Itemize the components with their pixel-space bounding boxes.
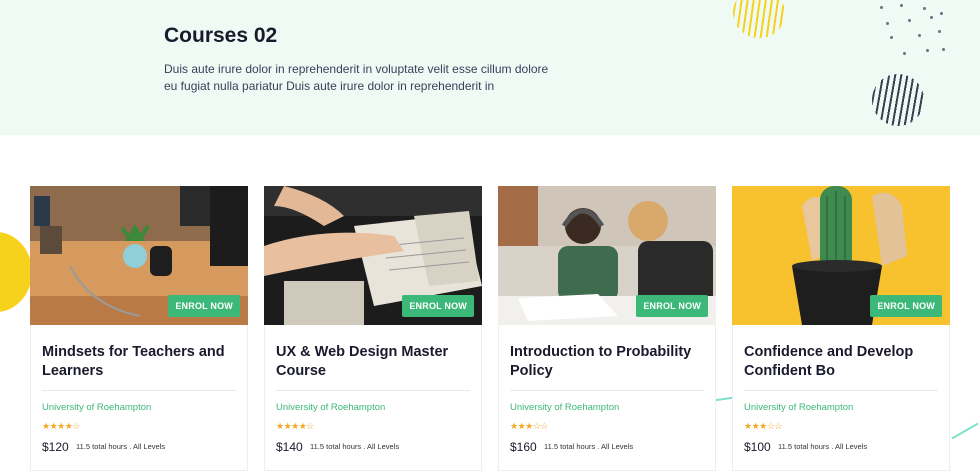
course-title[interactable]: Mindsets for Teachers and Learners: [42, 343, 238, 380]
striped-circle-decoration: [729, 0, 789, 42]
course-meta: 11.5 total hours . All Levels: [310, 442, 400, 451]
hero-description: Duis aute irure dolor in reprehenderit i…: [164, 61, 564, 95]
course-image: ENROL NOW: [264, 186, 482, 325]
course-price: $100: [744, 440, 771, 454]
enrol-now-button[interactable]: ENROL NOW: [636, 295, 708, 317]
rating-stars: ★★★★☆: [42, 421, 80, 431]
course-price: $140: [276, 440, 303, 454]
course-title[interactable]: UX & Web Design Master Course: [276, 343, 472, 380]
enrol-now-button[interactable]: ENROL NOW: [168, 295, 240, 317]
hero-banner: Courses 02 Duis aute irure dolor in repr…: [0, 0, 980, 135]
enrol-now-button[interactable]: ENROL NOW: [402, 295, 474, 317]
hero-description-line: Duis aute irure dolor in reprehenderit i…: [164, 62, 549, 76]
university-name[interactable]: University of Roehampton: [510, 402, 619, 413]
university-name[interactable]: University of Roehampton: [276, 402, 385, 413]
hero-description-line: eu fugiat nulla pariatur Duis aute irure…: [164, 79, 495, 93]
course-meta: 11.5 total hours . All Levels: [778, 442, 868, 451]
divider: [510, 390, 704, 391]
rating-stars: ★★★★☆: [276, 421, 314, 431]
university-name[interactable]: University of Roehampton: [42, 402, 151, 413]
divider: [276, 390, 470, 391]
yellow-blob-decoration: [0, 232, 32, 312]
course-title[interactable]: Introduction to Probability Policy: [510, 343, 706, 380]
course-price: $160: [510, 440, 537, 454]
rating-stars: ★★★☆☆: [744, 421, 782, 431]
course-image: ENROL NOW: [30, 186, 248, 325]
course-image: ENROL NOW: [732, 186, 950, 325]
page-title: Courses 02: [164, 24, 278, 47]
dot-grid-decoration: [878, 4, 948, 59]
course-card[interactable]: ENROL NOW Introduction to Probability Po…: [498, 186, 716, 471]
course-meta: 11.5 total hours . All Levels: [544, 442, 634, 451]
course-card[interactable]: ENROL NOW Mindsets for Teachers and Lear…: [30, 186, 248, 471]
course-card[interactable]: ENROL NOW UX & Web Design Master Course …: [264, 186, 482, 471]
striped-circle-decoration: [867, 69, 929, 131]
course-image: ENROL NOW: [498, 186, 716, 325]
enrol-now-button[interactable]: ENROL NOW: [870, 295, 942, 317]
line-decoration: [951, 422, 979, 440]
course-card[interactable]: ENROL NOW Confidence and Develop Confide…: [732, 186, 950, 471]
university-name[interactable]: University of Roehampton: [744, 402, 853, 413]
course-meta: 11.5 total hours . All Levels: [76, 442, 166, 451]
divider: [744, 390, 938, 391]
course-price: $120: [42, 440, 69, 454]
rating-stars: ★★★☆☆: [510, 421, 548, 431]
divider: [42, 390, 236, 391]
course-title[interactable]: Confidence and Develop Confident Bo: [744, 343, 940, 380]
